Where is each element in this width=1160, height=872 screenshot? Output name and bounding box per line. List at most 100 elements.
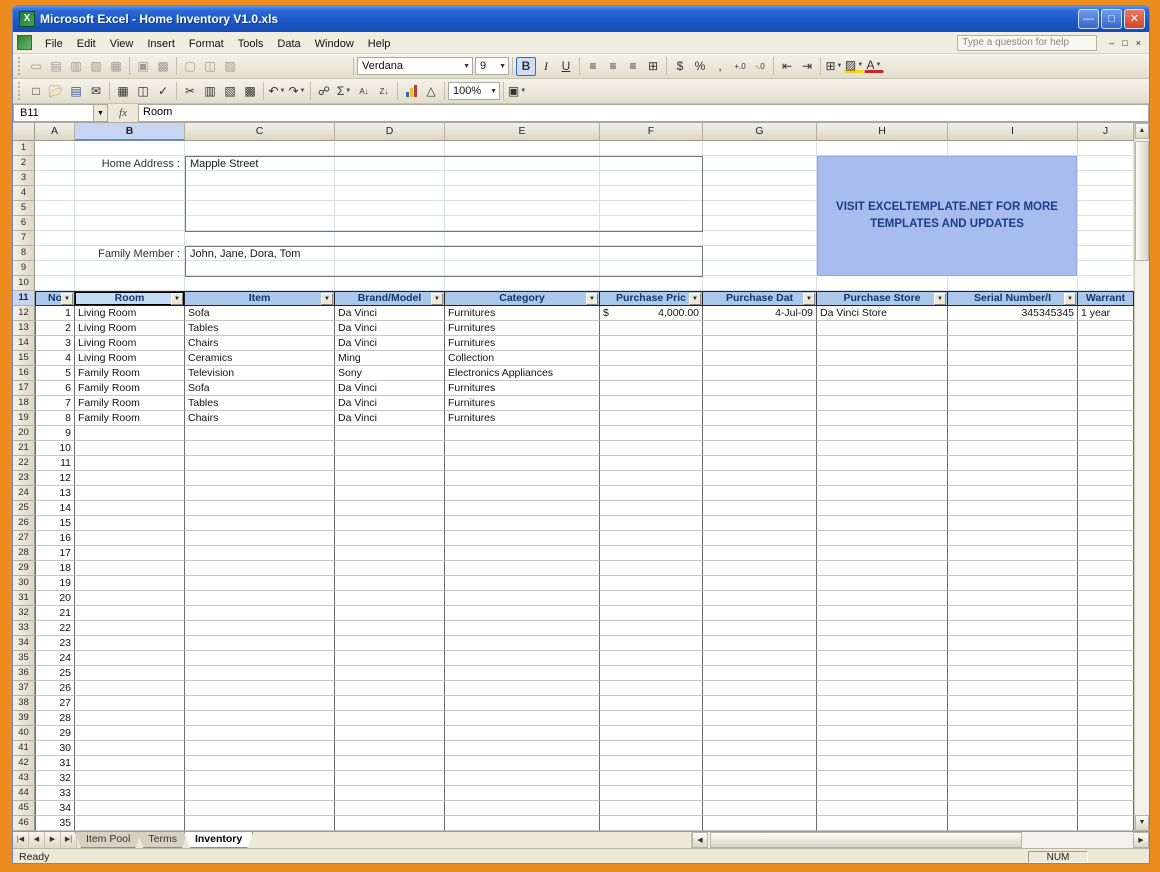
row-header-25[interactable]: 25 <box>13 501 35 516</box>
cell-F15[interactable] <box>600 351 703 366</box>
percent-button[interactable]: % <box>690 57 710 76</box>
cell-A28[interactable]: 17 <box>35 546 75 561</box>
cell-D24[interactable] <box>335 486 445 501</box>
cell-G28[interactable] <box>703 546 817 561</box>
cell-A10[interactable] <box>35 276 75 291</box>
cell-H17[interactable] <box>817 381 948 396</box>
table-header-B11[interactable]: Room ▼ <box>75 291 185 306</box>
cell-E28[interactable] <box>445 546 600 561</box>
open-icon[interactable]: 📂︎ <box>46 82 66 101</box>
cell-B9[interactable] <box>75 261 185 276</box>
toolbar-grip[interactable] <box>18 82 23 100</box>
select-all-corner[interactable] <box>13 123 35 141</box>
cell-C15[interactable]: Ceramics <box>185 351 335 366</box>
cell-G17[interactable] <box>703 381 817 396</box>
previous-sheet-button[interactable]: ◀ <box>29 832 45 848</box>
cell-I33[interactable] <box>948 621 1078 636</box>
row-header-8[interactable]: 8 <box>13 246 35 261</box>
row-header-42[interactable]: 42 <box>13 756 35 771</box>
cell-C27[interactable] <box>185 531 335 546</box>
cell-D44[interactable] <box>335 786 445 801</box>
cell-E45[interactable] <box>445 801 600 816</box>
cell-A44[interactable]: 33 <box>35 786 75 801</box>
cell-F37[interactable] <box>600 681 703 696</box>
horizontal-scrollbar[interactable]: ◀ ▶ <box>691 832 1149 848</box>
cell-C33[interactable] <box>185 621 335 636</box>
cell-A6[interactable] <box>35 216 75 231</box>
italic-button[interactable]: I <box>536 57 556 76</box>
cell-F26[interactable] <box>600 516 703 531</box>
cell-H36[interactable] <box>817 666 948 681</box>
cell-D29[interactable] <box>335 561 445 576</box>
cell-A32[interactable]: 21 <box>35 606 75 621</box>
cell-D36[interactable] <box>335 666 445 681</box>
cell-F17[interactable] <box>600 381 703 396</box>
cell-B35[interactable] <box>75 651 185 666</box>
cell-A43[interactable]: 32 <box>35 771 75 786</box>
row-header-43[interactable]: 43 <box>13 771 35 786</box>
menu-view[interactable]: View <box>103 35 141 53</box>
cell-J3[interactable] <box>1078 171 1134 186</box>
paste-icon[interactable]: ▧ <box>220 82 240 101</box>
cell-D39[interactable] <box>335 711 445 726</box>
cell-I13[interactable] <box>948 321 1078 336</box>
cell-E17[interactable]: Furnitures <box>445 381 600 396</box>
cell-H41[interactable] <box>817 741 948 756</box>
row-header-44[interactable]: 44 <box>13 786 35 801</box>
cell-D32[interactable] <box>335 606 445 621</box>
cell-G20[interactable] <box>703 426 817 441</box>
row-header-19[interactable]: 19 <box>13 411 35 426</box>
row-header-38[interactable]: 38 <box>13 696 35 711</box>
cell-I26[interactable] <box>948 516 1078 531</box>
vertical-scroll-thumb[interactable] <box>1135 141 1149 261</box>
format-painter-icon[interactable]: ▩ <box>240 82 260 101</box>
cell-H23[interactable] <box>817 471 948 486</box>
cell-D18[interactable]: Da Vinci <box>335 396 445 411</box>
menu-insert[interactable]: Insert <box>140 35 182 53</box>
column-header-i[interactable]: I <box>948 123 1078 141</box>
cell-H38[interactable] <box>817 696 948 711</box>
row-header-10[interactable]: 10 <box>13 276 35 291</box>
cell-E35[interactable] <box>445 651 600 666</box>
cell-B7[interactable] <box>75 231 185 246</box>
cell-B17[interactable]: Family Room <box>75 381 185 396</box>
cell-J45[interactable] <box>1078 801 1134 816</box>
cell-G46[interactable] <box>703 816 817 831</box>
cell-G12[interactable]: 4-Jul-09 <box>703 306 817 321</box>
cell-C30[interactable] <box>185 576 335 591</box>
autofilter-dropdown-icon[interactable]: ▼ <box>586 293 598 305</box>
cell-E19[interactable]: Furnitures <box>445 411 600 426</box>
autofilter-dropdown-icon[interactable]: ▼ <box>321 293 333 305</box>
cell-D14[interactable]: Da Vinci <box>335 336 445 351</box>
row-header-23[interactable]: 23 <box>13 471 35 486</box>
cell-J4[interactable] <box>1078 186 1134 201</box>
row-header-37[interactable]: 37 <box>13 681 35 696</box>
increase-decimal-button[interactable]: +.0 <box>730 57 750 76</box>
cell-A40[interactable]: 29 <box>35 726 75 741</box>
cell-D42[interactable] <box>335 756 445 771</box>
cell-H33[interactable] <box>817 621 948 636</box>
cell-B46[interactable] <box>75 816 185 831</box>
cell-J41[interactable] <box>1078 741 1134 756</box>
scroll-down-icon[interactable]: ▼ <box>1135 815 1149 831</box>
cell-A22[interactable]: 11 <box>35 456 75 471</box>
spelling-icon[interactable]: ✓ <box>153 82 173 101</box>
sheet-tab-item-pool[interactable]: Item Pool <box>75 832 141 848</box>
row-header-45[interactable]: 45 <box>13 801 35 816</box>
home-address-box[interactable]: Mapple Street <box>185 156 703 232</box>
cell-H37[interactable] <box>817 681 948 696</box>
cell-F16[interactable] <box>600 366 703 381</box>
cell-A15[interactable]: 4 <box>35 351 75 366</box>
cell-H40[interactable] <box>817 726 948 741</box>
cell-C12[interactable]: Sofa <box>185 306 335 321</box>
cell-A12[interactable]: 1 <box>35 306 75 321</box>
cell-E14[interactable]: Furnitures <box>445 336 600 351</box>
cell-D22[interactable] <box>335 456 445 471</box>
cell-D17[interactable]: Da Vinci <box>335 381 445 396</box>
cell-F10[interactable] <box>600 276 703 291</box>
cell-A4[interactable] <box>35 186 75 201</box>
cell-C18[interactable]: Tables <box>185 396 335 411</box>
cell-B23[interactable] <box>75 471 185 486</box>
row-header-36[interactable]: 36 <box>13 666 35 681</box>
cell-H32[interactable] <box>817 606 948 621</box>
